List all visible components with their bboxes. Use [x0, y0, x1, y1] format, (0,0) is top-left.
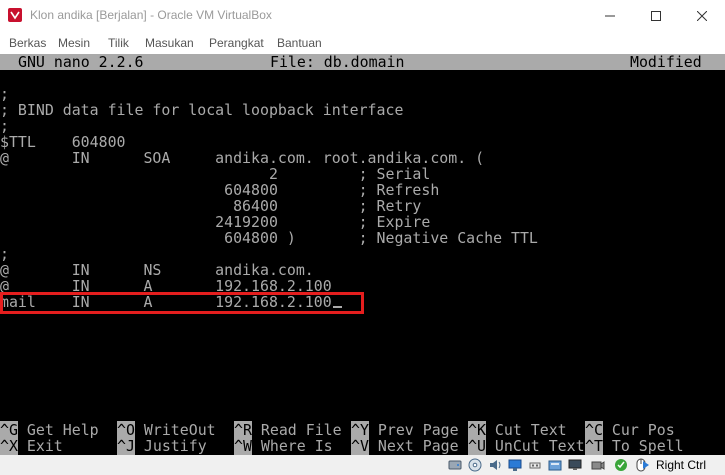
host-key-label: Right Ctrl — [656, 458, 707, 472]
menu-bar: Berkas Mesin Tilik Masukan Perangkat Ban… — [0, 32, 725, 54]
shortcut-next-page: ^V Next Page — [351, 437, 459, 455]
menu-mesin[interactable]: Mesin — [58, 36, 90, 50]
editor-line: 2 ; Serial — [0, 165, 431, 183]
editor-line: @ IN NS andika.com. — [0, 261, 314, 279]
menu-bantuan[interactable]: Bantuan — [277, 36, 322, 50]
shortcut-uncut-text: ^U UnCut Text — [468, 437, 585, 455]
shortcut-key: ^T — [585, 437, 603, 455]
usb-icon[interactable] — [527, 457, 543, 473]
vm-screen[interactable]: GNU nano 2.2.6 File: db.domain Modified … — [0, 54, 725, 455]
shortcut-cut-text: ^K Cut Text — [468, 421, 567, 439]
shortcut-label: Exit — [26, 437, 63, 455]
editor-line: @ IN SOA andika.com. root.andika.com. ( — [0, 149, 485, 167]
virtualbox-icon — [8, 8, 22, 22]
editor-line: 604800 ; Refresh — [0, 181, 440, 199]
shortcut-label: Justify — [143, 437, 207, 455]
editor-line: ; — [0, 117, 9, 135]
hard-disk-icon[interactable] — [447, 457, 463, 473]
shortcut-justify: ^J Justify — [117, 437, 207, 455]
shortcut-read-file: ^R Read File — [234, 421, 342, 439]
close-icon — [697, 11, 707, 21]
minimize-button[interactable] — [587, 0, 633, 32]
maximize-button[interactable] — [633, 0, 679, 32]
shortcut-cur-pos: ^C Cur Pos — [585, 421, 675, 439]
optical-drive-icon[interactable] — [467, 457, 483, 473]
shortcut-label: To Spell — [611, 437, 684, 455]
nano-filename: File: db.domain — [270, 54, 405, 71]
shortcut-exit: ^X Exit — [0, 437, 63, 455]
network-icon[interactable] — [507, 457, 523, 473]
shared-folders-icon[interactable] — [547, 457, 563, 473]
editor-line: ; — [0, 85, 9, 103]
close-button[interactable] — [679, 0, 725, 32]
shortcut-label: Where Is — [260, 437, 333, 455]
arrow-icon — [643, 461, 649, 469]
menu-berkas[interactable]: Berkas — [9, 36, 46, 50]
nano-modified-status: Modified — [630, 54, 702, 71]
shortcut-label: UnCut Text — [494, 437, 585, 455]
minimize-icon — [605, 15, 615, 17]
editor-line: 2419200 ; Expire — [0, 213, 431, 231]
window-title: Klon andika [Berjalan] - Oracle VM Virtu… — [30, 8, 272, 22]
editor-line: $TTL 604800 — [0, 133, 126, 151]
shortcut-label: Next Page — [377, 437, 459, 455]
maximize-icon — [651, 11, 661, 21]
menu-perangkat[interactable]: Perangkat — [209, 36, 264, 50]
editor-line: ; — [0, 245, 9, 263]
shortcut-to-spell: ^T To Spell — [585, 437, 684, 455]
title-bar: Klon andika [Berjalan] - Oracle VM Virtu… — [0, 0, 725, 32]
shortcut-key: ^V — [351, 437, 369, 455]
display-icon[interactable] — [567, 457, 583, 473]
menu-masukan[interactable]: Masukan — [145, 36, 194, 50]
shortcut-key: ^W — [234, 437, 252, 455]
status-bar: Right Ctrl — [0, 455, 725, 475]
shortcut-key: ^J — [117, 437, 135, 455]
shortcut-writeout: ^O WriteOut — [117, 421, 216, 439]
audio-icon[interactable] — [487, 457, 503, 473]
shortcut-key: ^U — [468, 437, 486, 455]
shortcut-get-help: ^G Get Help — [0, 421, 99, 439]
editor-line: 604800 ) ; Negative Cache TTL — [0, 229, 538, 247]
editor-line: ; BIND data file for local loopback inte… — [0, 101, 404, 119]
shortcut-where-is: ^W Where Is — [234, 437, 333, 455]
video-capture-icon[interactable] — [590, 457, 606, 473]
highlight-annotation — [0, 292, 364, 314]
shortcut-prev-page: ^Y Prev Page — [351, 421, 459, 439]
nano-header: GNU nano 2.2.6 File: db.domain Modified — [0, 54, 725, 70]
cpu-icon[interactable] — [613, 457, 629, 473]
shortcut-key: ^X — [0, 437, 18, 455]
menu-tilik[interactable]: Tilik — [108, 36, 129, 50]
nano-version: GNU nano 2.2.6 — [18, 54, 144, 71]
editor-line: 86400 ; Retry — [0, 197, 422, 215]
